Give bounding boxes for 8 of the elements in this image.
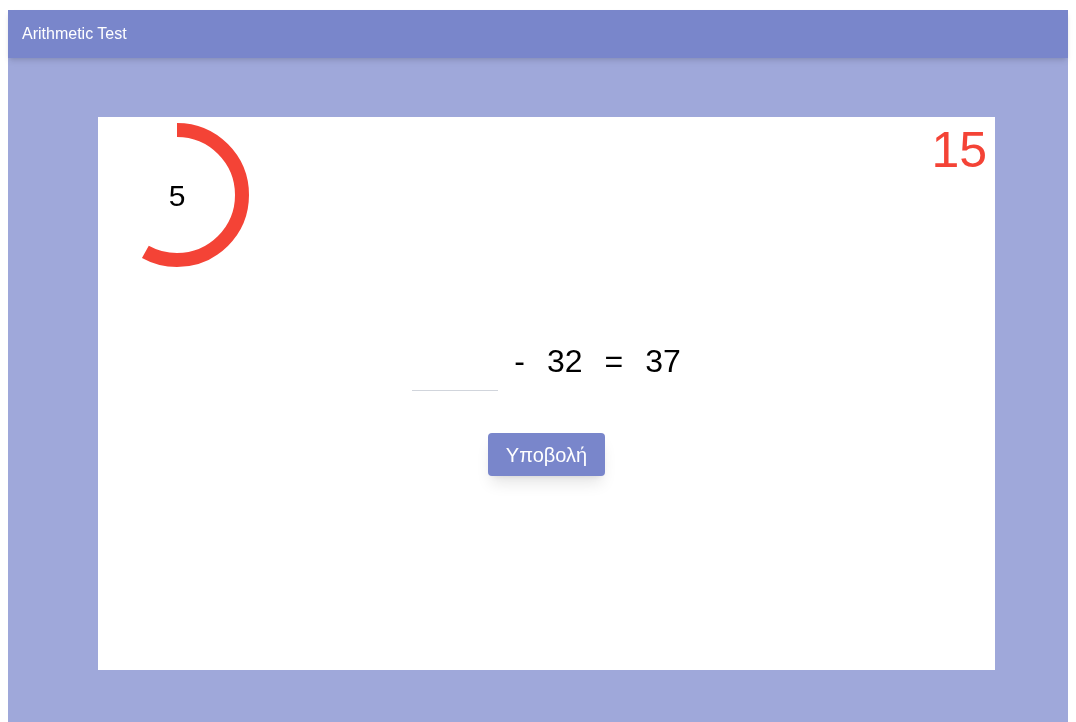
operator: -: [514, 342, 525, 381]
operand: 32: [546, 342, 583, 381]
result: 37: [645, 342, 681, 381]
timer-value: 5: [167, 177, 187, 214]
score: 15: [931, 125, 987, 175]
app-title: Arithmetic Test: [22, 24, 127, 44]
submit-button[interactable]: Υποβολή: [488, 433, 605, 476]
equals-sign: =: [604, 342, 624, 381]
